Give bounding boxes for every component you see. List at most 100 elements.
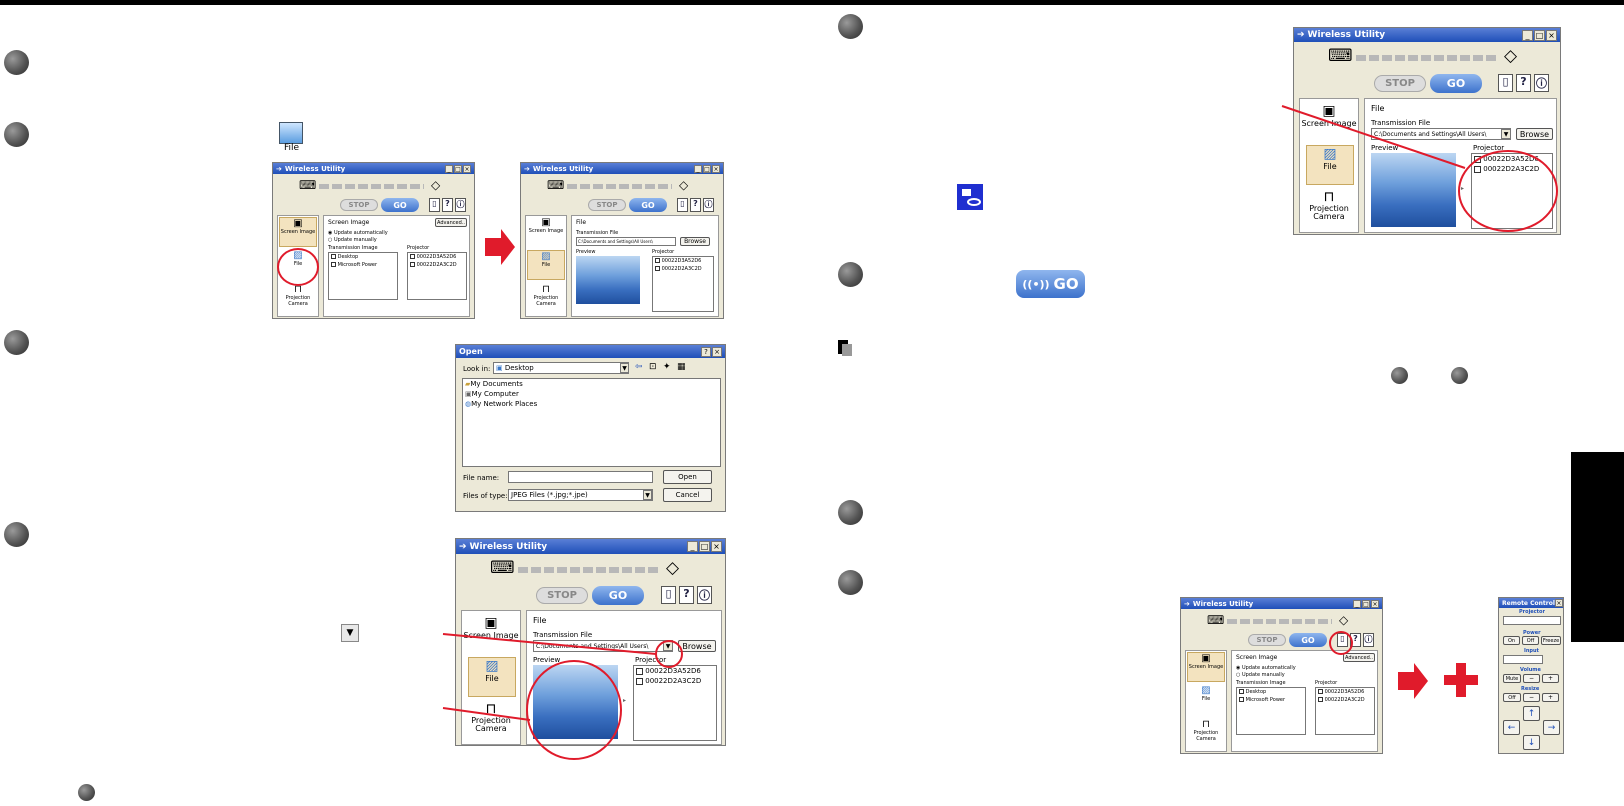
stop-button[interactable]: STOP — [1248, 634, 1286, 646]
files-of-type-dropdown[interactable]: JPEG Files (*.jpg;*.jpe) — [508, 489, 653, 501]
chevron-down-icon[interactable]: ▼ — [1501, 129, 1511, 139]
power-off-button[interactable]: Off — [1522, 636, 1539, 645]
arrow-left-icon[interactable]: ← — [1503, 720, 1520, 735]
list-item[interactable]: 00022D2A3C2D — [408, 261, 466, 269]
maximize-button[interactable]: □ — [1534, 29, 1545, 41]
list-item[interactable]: Microsoft Power — [1237, 696, 1305, 704]
advanced-button[interactable]: Advanced.. — [435, 218, 467, 227]
minimize-button[interactable]: _ — [445, 164, 453, 173]
close-button[interactable]: × — [1546, 29, 1557, 41]
close-button[interactable]: × — [1371, 599, 1379, 608]
projector-list[interactable]: 00022D3A52D6 00022D2A3C2D — [1315, 687, 1375, 735]
file-name-input[interactable] — [508, 471, 653, 483]
list-item[interactable]: 00022D3A52D6 — [653, 257, 713, 265]
look-in-dropdown[interactable]: ▣ Desktop — [493, 362, 629, 374]
minimize-button[interactable]: _ — [1522, 29, 1533, 41]
close-button[interactable]: × — [712, 164, 720, 173]
chevron-down-icon[interactable]: ▼ — [643, 490, 652, 500]
stop-button[interactable]: STOP — [1374, 75, 1426, 92]
stop-button[interactable]: STOP — [340, 199, 378, 211]
remote-control-icon[interactable]: ▯ — [429, 198, 440, 212]
go-button[interactable]: GO — [1430, 74, 1482, 93]
list-item[interactable]: 00022D3A52D6 — [408, 253, 466, 261]
open-button[interactable]: Open — [663, 470, 712, 484]
list-item[interactable]: Microsoft Power — [329, 261, 397, 269]
arrow-right-icon[interactable]: → — [1543, 720, 1560, 735]
projector-dropdown[interactable] — [1503, 616, 1561, 625]
list-item[interactable]: 00022D2A3C2D — [653, 265, 713, 273]
browse-button[interactable]: Browse — [680, 237, 710, 246]
browse-button[interactable]: Browse — [678, 640, 716, 652]
image-list[interactable]: Desktop Microsoft Power — [328, 252, 398, 300]
close-button[interactable]: × — [1554, 599, 1563, 607]
list-item[interactable]: ◍My Network Places — [463, 399, 720, 409]
close-button[interactable]: × — [712, 346, 722, 357]
go-button[interactable]: GO — [381, 198, 419, 212]
help-icon[interactable]: ? — [1516, 74, 1531, 92]
sidebar-item-screen-image[interactable]: ▣ Screen Image — [527, 217, 565, 247]
resize-plus-button[interactable]: + — [1542, 693, 1559, 702]
update-automatically-radio[interactable]: ◉ Update automatically — [328, 230, 388, 236]
list-item[interactable]: 00022D3A52D6 — [1316, 688, 1374, 696]
transmission-file-dropdown[interactable]: C:\Documents and Settings\All Users\ — [576, 237, 676, 246]
help-icon[interactable]: ? — [679, 586, 694, 604]
list-item[interactable]: ▰My Documents — [463, 379, 720, 389]
sidebar-item-projection-camera[interactable]: ⊓ Projection Camera — [1301, 189, 1357, 231]
update-automatically-radio[interactable]: ◉ Update automatically — [1236, 665, 1296, 671]
view-menu-icon[interactable]: ▦ — [677, 362, 686, 372]
close-button[interactable]: × — [463, 164, 471, 173]
go-button[interactable]: GO — [1289, 633, 1327, 647]
freeze-button[interactable]: Freeze — [1541, 636, 1561, 645]
remote-control-icon[interactable]: ▯ — [677, 198, 688, 212]
remote-control-icon[interactable]: ▯ — [1498, 74, 1513, 92]
maximize-button[interactable]: □ — [454, 164, 462, 173]
chevron-down-icon[interactable]: ▼ — [620, 363, 629, 373]
update-manually-radio[interactable]: ○ Update manually — [328, 237, 377, 243]
arrow-down-icon[interactable]: ↓ — [1523, 735, 1540, 750]
resize-minus-button[interactable]: − — [1523, 693, 1540, 702]
list-item[interactable]: Desktop — [329, 253, 397, 261]
stop-button[interactable]: STOP — [588, 199, 626, 211]
help-icon[interactable]: ? — [442, 198, 453, 212]
minimize-button[interactable]: _ — [694, 164, 702, 173]
sidebar-item-file[interactable]: ▨ File — [527, 250, 565, 280]
list-item[interactable]: 00022D2A3C2D — [1316, 696, 1374, 704]
info-icon[interactable]: ⓘ — [703, 198, 714, 212]
power-on-button[interactable]: On — [1503, 636, 1520, 645]
info-icon[interactable]: ⓘ — [1363, 633, 1374, 647]
list-item[interactable]: Desktop — [1237, 688, 1305, 696]
up-folder-icon[interactable]: ⊡ — [649, 362, 657, 372]
info-icon[interactable]: ⓘ — [697, 586, 712, 604]
resize-off-button[interactable]: Off — [1503, 693, 1521, 702]
browse-button[interactable]: Browse — [1516, 128, 1553, 140]
sidebar-item-projection-camera[interactable]: ⊓ Projection Camera — [1187, 719, 1225, 751]
close-button[interactable]: × — [711, 541, 722, 552]
image-list[interactable]: Desktop Microsoft Power — [1236, 687, 1306, 735]
arrow-up-icon[interactable]: ↑ — [1523, 706, 1540, 721]
minimize-button[interactable]: _ — [1353, 599, 1361, 608]
go-button[interactable]: ((•)) GO — [1016, 270, 1085, 298]
go-button[interactable]: GO — [592, 586, 644, 605]
sidebar-item-projection-camera[interactable]: ⊓ Projection Camera — [527, 284, 565, 316]
list-item[interactable]: ▣My Computer — [463, 389, 720, 399]
info-icon[interactable]: ⓘ — [455, 198, 466, 212]
cancel-button[interactable]: Cancel — [663, 488, 712, 502]
update-manually-radio[interactable]: ○ Update manually — [1236, 672, 1285, 678]
volume-up-button[interactable]: + — [1542, 674, 1559, 683]
help-button[interactable]: ? — [701, 346, 711, 357]
info-icon[interactable]: ⓘ — [1534, 74, 1549, 92]
volume-down-button[interactable]: − — [1523, 674, 1540, 683]
maximize-button[interactable]: □ — [1362, 599, 1370, 608]
remote-control-icon[interactable]: ▯ — [661, 586, 676, 604]
sidebar-item-projection-camera[interactable]: ⊓ Projection Camera — [279, 284, 317, 316]
maximize-button[interactable]: □ — [703, 164, 711, 173]
minimize-button[interactable]: _ — [687, 541, 698, 552]
back-arrow-icon[interactable]: ⇦ — [635, 362, 643, 372]
advanced-button[interactable]: Advanced.. — [1343, 653, 1375, 662]
sidebar-item-file[interactable]: ▨ File — [1187, 685, 1225, 715]
sidebar-item-screen-image[interactable]: ▣ Screen Image — [279, 217, 317, 247]
file-list[interactable]: ▰My Documents ▣My Computer ◍My Network P… — [462, 378, 721, 467]
sidebar-item-screen-image[interactable]: ▣ Screen Image — [1187, 652, 1225, 682]
stop-button[interactable]: STOP — [536, 587, 588, 604]
input-dropdown[interactable] — [1503, 655, 1543, 664]
